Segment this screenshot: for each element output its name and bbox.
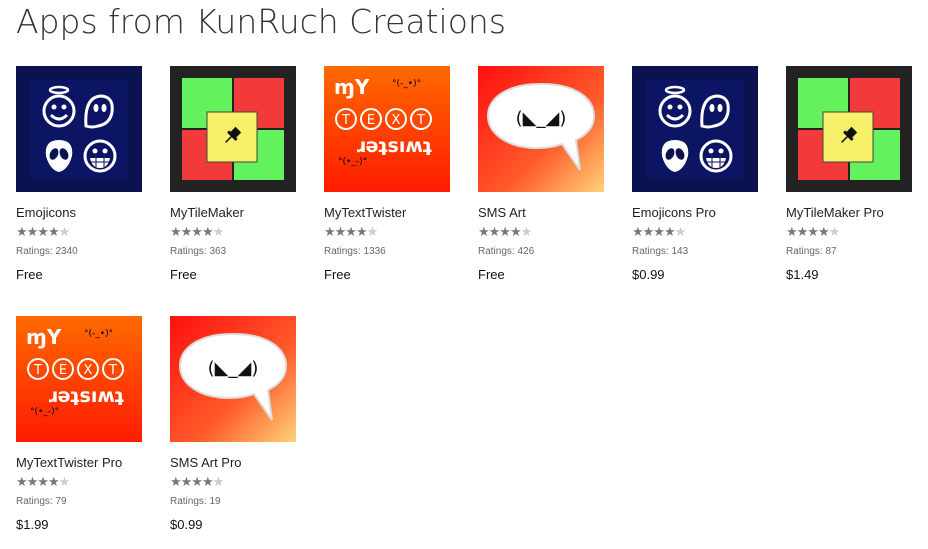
stars-filled: ★★★★	[478, 224, 522, 239]
price: $0.99	[632, 267, 665, 282]
star-rating: ★★★★★	[16, 474, 71, 490]
star-rating: ★★★★★	[170, 224, 225, 240]
twister-flipped-text: ɹǝʇsıʍʇ	[355, 135, 432, 157]
app-name[interactable]: MyTextTwister Pro	[16, 455, 122, 470]
app-name[interactable]: Emojicons Pro	[632, 205, 716, 220]
emoticon-face: (◣_◢)	[208, 358, 259, 379]
star-rating: ★★★★★	[170, 474, 225, 490]
stars-filled: ★★★★	[16, 224, 60, 239]
twister-letter: T	[33, 363, 42, 378]
stars-filled: ★★★★	[170, 474, 214, 489]
stars-empty: ★	[366, 224, 379, 239]
ratings-count: Ratings: 79	[16, 496, 67, 507]
ratings-count: Ratings: 2340	[16, 246, 78, 257]
stars-empty: ★	[212, 224, 225, 239]
app-card[interactable]: Emojicons ★★★★★ Ratings: 2340 Free	[16, 66, 156, 291]
ratings-count: Ratings: 363	[170, 246, 227, 257]
twister-letter: X	[392, 113, 401, 128]
price: $1.49	[786, 267, 819, 282]
emoticon-face: (◣_◢)	[516, 108, 567, 129]
ratings-count: Ratings: 143	[632, 246, 689, 257]
tilemaker-tile-icon[interactable]	[786, 66, 912, 192]
app-card[interactable]: Emojicons Pro ★★★★★ Ratings: 143 $0.99	[632, 66, 772, 291]
star-rating: ★★★★★	[786, 224, 841, 240]
app-card[interactable]: MyTileMaker ★★★★★ Ratings: 363 Free	[170, 66, 310, 291]
star-rating: ★★★★★	[632, 224, 687, 240]
app-name[interactable]: SMS Art	[478, 205, 526, 220]
app-name[interactable]: SMS Art Pro	[170, 455, 242, 470]
star-rating: ★★★★★	[324, 224, 379, 240]
app-name[interactable]: MyTileMaker	[170, 205, 244, 220]
stars-filled: ★★★★	[632, 224, 676, 239]
ratings-count: Ratings: 87	[786, 246, 837, 257]
price: Free	[324, 267, 351, 282]
price: Free	[170, 267, 197, 282]
ratings-count: Ratings: 426	[478, 246, 535, 257]
twister-my-text: ɱY	[26, 325, 62, 349]
ratings-count: Ratings: 19	[170, 496, 221, 507]
stars-empty: ★	[674, 224, 687, 239]
app-card[interactable]: ɱY °(-_•)° T E X T ɹǝʇsıʍʇ °(•_-)° MyTex…	[16, 316, 156, 541]
stars-empty: ★	[828, 224, 841, 239]
texttwister-tile-icon[interactable]: ɱY °(-_•)° T E X T ɹǝʇsıʍʇ °(•_-)°	[324, 66, 450, 192]
app-name[interactable]: MyTileMaker Pro	[786, 205, 884, 220]
ratings-count: Ratings: 1336	[324, 246, 386, 257]
twister-small-bottom: °(•_-)°	[30, 407, 59, 417]
texttwister-tile-icon[interactable]: ɱY °(-_•)° T E X T ɹǝʇsıʍʇ °(•_-)°	[16, 316, 142, 442]
star-rating: ★★★★★	[16, 224, 71, 240]
twister-my-text: ɱY	[334, 75, 370, 99]
smsart-tile-icon[interactable]: (◣_◢)	[170, 316, 296, 442]
twister-flipped-text: ɹǝʇsıʍʇ	[47, 385, 124, 407]
stars-empty: ★	[58, 474, 71, 489]
star-rating: ★★★★★	[478, 224, 533, 240]
emojicons-tile-icon[interactable]	[632, 66, 758, 192]
twister-small-bottom: °(•_-)°	[338, 157, 367, 167]
stars-empty: ★	[58, 224, 71, 239]
stars-filled: ★★★★	[324, 224, 368, 239]
price: Free	[16, 267, 43, 282]
tilemaker-tile-icon[interactable]	[170, 66, 296, 192]
emojicons-tile-icon[interactable]	[16, 66, 142, 192]
twister-letter: E	[59, 363, 67, 378]
stars-filled: ★★★★	[786, 224, 830, 239]
price: $0.99	[170, 517, 203, 532]
price: Free	[478, 267, 505, 282]
price: $1.99	[16, 517, 49, 532]
twister-letter: T	[416, 113, 425, 128]
app-card[interactable]: (◣_◢) SMS Art ★★★★★ Ratings: 426 Free	[478, 66, 618, 291]
stars-empty: ★	[212, 474, 225, 489]
twister-letter: X	[84, 363, 93, 378]
page-title: Apps from KunRuch Creations	[16, 2, 506, 41]
app-name[interactable]: MyTextTwister	[324, 205, 406, 220]
twister-small-top: °(-_•)°	[392, 79, 421, 89]
app-card[interactable]: (◣_◢) SMS Art Pro ★★★★★ Ratings: 19 $0.9…	[170, 316, 310, 541]
stars-filled: ★★★★	[170, 224, 214, 239]
stars-filled: ★★★★	[16, 474, 60, 489]
twister-letter: T	[108, 363, 117, 378]
app-card[interactable]: ɱY °(-_•)° T E X T ɹǝʇsıʍʇ °(•_-)° MyTex…	[324, 66, 464, 291]
app-card[interactable]: MyTileMaker Pro ★★★★★ Ratings: 87 $1.49	[786, 66, 926, 291]
smsart-tile-icon[interactable]: (◣_◢)	[478, 66, 604, 192]
app-name[interactable]: Emojicons	[16, 205, 76, 220]
twister-letter: E	[367, 113, 375, 128]
stars-empty: ★	[520, 224, 533, 239]
twister-small-top: °(-_•)°	[84, 329, 113, 339]
twister-letter: T	[341, 113, 350, 128]
